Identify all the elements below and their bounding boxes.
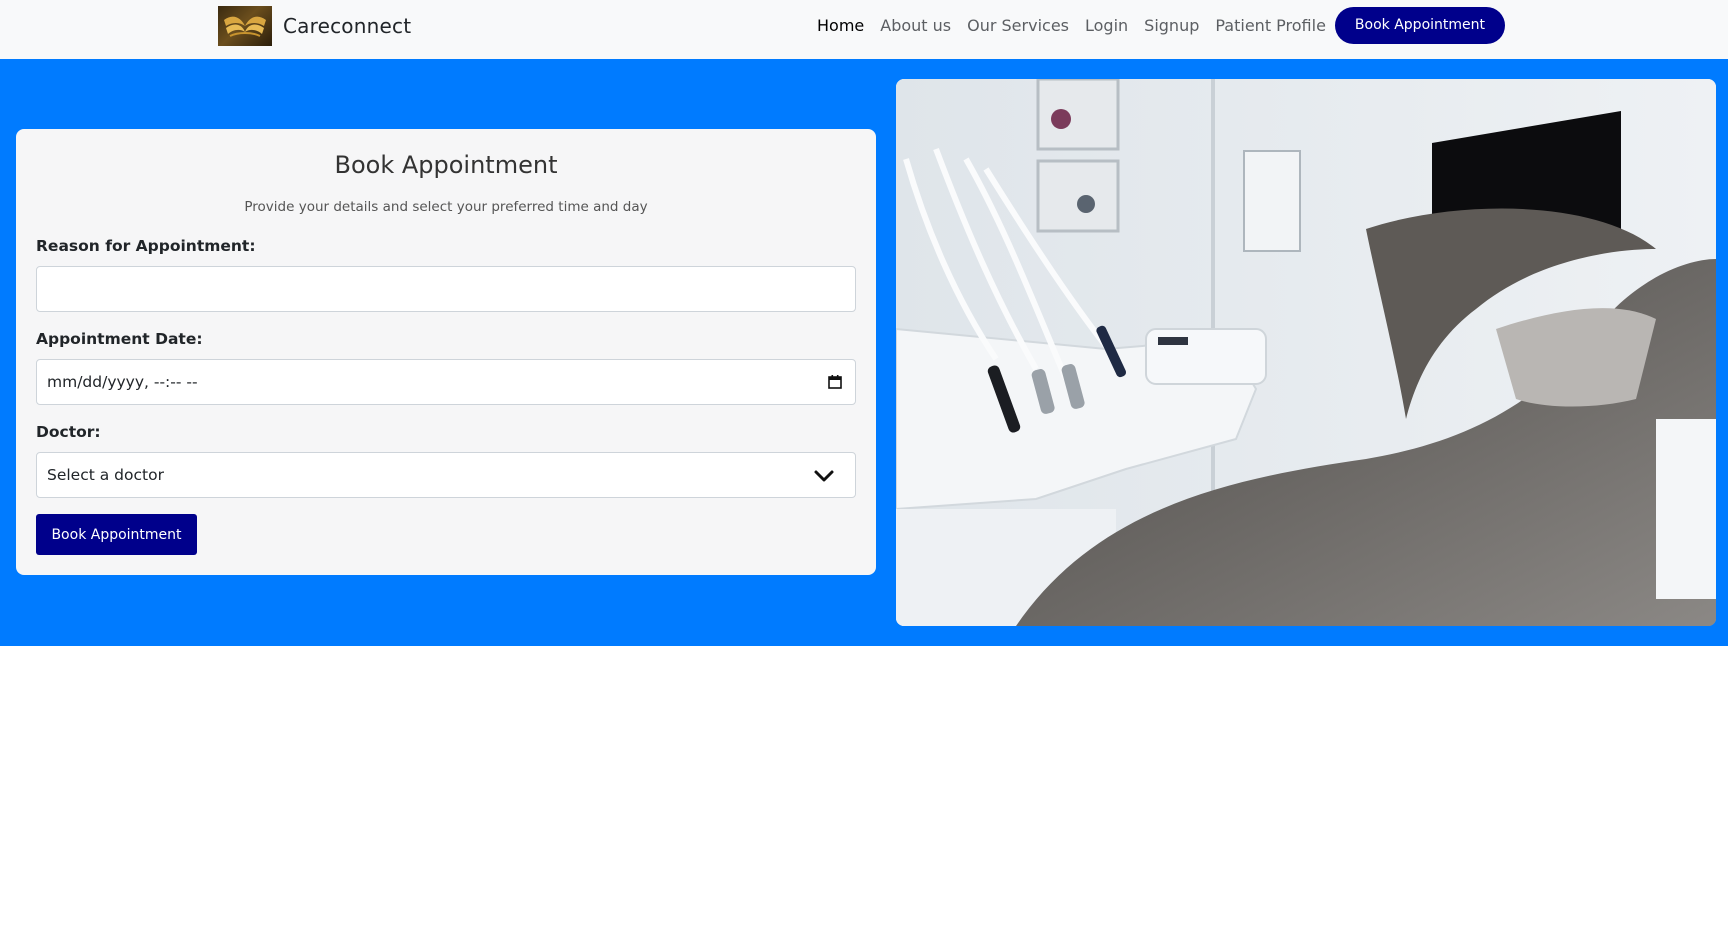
nav-link-services[interactable]: Our Services <box>967 16 1069 35</box>
brand[interactable]: Careconnect <box>218 6 411 46</box>
nav-link-patient-profile[interactable]: Patient Profile <box>1215 16 1326 35</box>
form-title: Book Appointment <box>334 151 558 179</box>
hero-section: Book Appointment Provide your details an… <box>0 59 1728 646</box>
chevron-down-icon <box>813 466 835 486</box>
nav-link-about[interactable]: About us <box>880 16 951 35</box>
form-subtitle: Provide your details and select your pre… <box>244 199 648 215</box>
date-input[interactable]: mm/dd/yyyy, --:-- -- <box>36 359 856 405</box>
doctor-label: Doctor: <box>36 423 101 441</box>
doctor-select[interactable]: Select a doctor <box>36 452 856 498</box>
appointment-form: Book Appointment Provide your details an… <box>16 129 876 575</box>
dental-clinic-photo <box>896 79 1716 626</box>
brand-name: Careconnect <box>283 14 412 38</box>
book-appointment-submit-button[interactable]: Book Appointment <box>36 514 197 555</box>
date-label: Appointment Date: <box>36 330 203 348</box>
reason-label: Reason for Appointment: <box>36 237 256 255</box>
brand-logo <box>218 6 272 46</box>
date-input-value: mm/dd/yyyy, --:-- -- <box>47 373 198 391</box>
doctor-select-value: Select a doctor <box>47 466 164 484</box>
nav-book-appointment-button[interactable]: Book Appointment <box>1334 6 1505 44</box>
nav-link-signup[interactable]: Signup <box>1144 16 1199 35</box>
reason-input[interactable] <box>36 266 856 312</box>
nav-link-login[interactable]: Login <box>1085 16 1128 35</box>
navbar: Careconnect Home About us Our Services L… <box>0 0 1728 59</box>
nav-link-home[interactable]: Home <box>817 16 864 35</box>
nav-links: Home About us Our Services Login Signup … <box>801 6 1505 44</box>
calendar-icon[interactable] <box>827 374 843 390</box>
